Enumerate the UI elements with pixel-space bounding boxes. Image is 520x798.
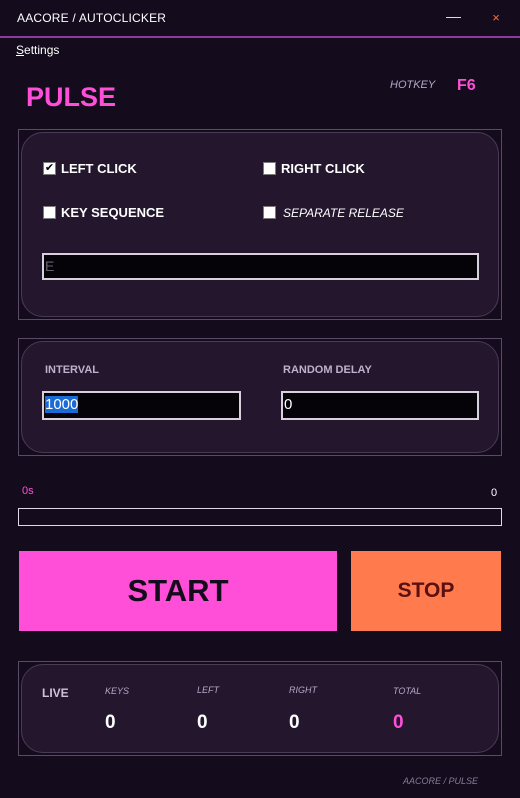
total-stat-label: TOTAL xyxy=(393,686,422,696)
interval-input[interactable]: 1000 xyxy=(42,391,241,420)
progress-bar xyxy=(18,508,502,526)
elapsed-time: 0s xyxy=(22,485,34,497)
start-button[interactable]: START xyxy=(19,551,337,631)
title-divider xyxy=(0,36,520,38)
menu-settings-label: ettings xyxy=(24,43,60,57)
live-panel-inner xyxy=(21,664,499,753)
close-button[interactable]: × xyxy=(489,9,503,27)
menu-settings[interactable]: Settings xyxy=(16,43,59,57)
mode-panel-inner xyxy=(21,132,499,317)
click-count: 0 xyxy=(491,487,498,499)
hotkey-value[interactable]: F6 xyxy=(457,77,476,95)
random-delay-input[interactable]: 0 xyxy=(281,391,479,420)
right-stat-value: 0 xyxy=(289,712,300,733)
stop-button[interactable]: STOP xyxy=(351,551,501,631)
mode-panel xyxy=(18,129,502,320)
separate-release-checkbox[interactable] xyxy=(263,206,276,219)
right-stat-label: RIGHT xyxy=(289,685,317,695)
key-sequence-label[interactable]: KEY SEQUENCE xyxy=(61,205,164,220)
key-sequence-checkbox[interactable] xyxy=(43,206,56,219)
keys-stat-value: 0 xyxy=(105,712,116,733)
left-click-label[interactable]: LEFT CLICK xyxy=(61,161,137,176)
interval-label: INTERVAL xyxy=(45,364,99,376)
hotkey-label: HOTKEY xyxy=(390,79,436,91)
left-stat-value: 0 xyxy=(197,712,208,733)
live-panel xyxy=(18,661,502,756)
right-click-checkbox[interactable] xyxy=(263,162,276,175)
live-label: LIVE xyxy=(42,686,69,700)
menu-settings-accelerator: S xyxy=(16,43,25,57)
key-sequence-input[interactable]: E xyxy=(42,253,479,280)
separate-release-label[interactable]: SEPARATE RELEASE xyxy=(283,206,404,220)
footer-brand: AACORE / PULSE xyxy=(403,776,479,786)
total-stat-value: 0 xyxy=(393,712,404,733)
random-delay-label: RANDOM DELAY xyxy=(283,364,372,376)
minimize-button[interactable] xyxy=(446,17,461,18)
right-click-label[interactable]: RIGHT CLICK xyxy=(281,161,365,176)
left-click-checkbox[interactable]: ✔ xyxy=(43,162,56,175)
keys-stat-label: KEYS xyxy=(105,686,130,696)
app-title: PULSE xyxy=(26,82,117,112)
interval-value: 1000 xyxy=(45,396,79,413)
window-title: AACORE / AUTOCLICKER xyxy=(17,11,167,25)
left-stat-label: LEFT xyxy=(197,685,220,695)
